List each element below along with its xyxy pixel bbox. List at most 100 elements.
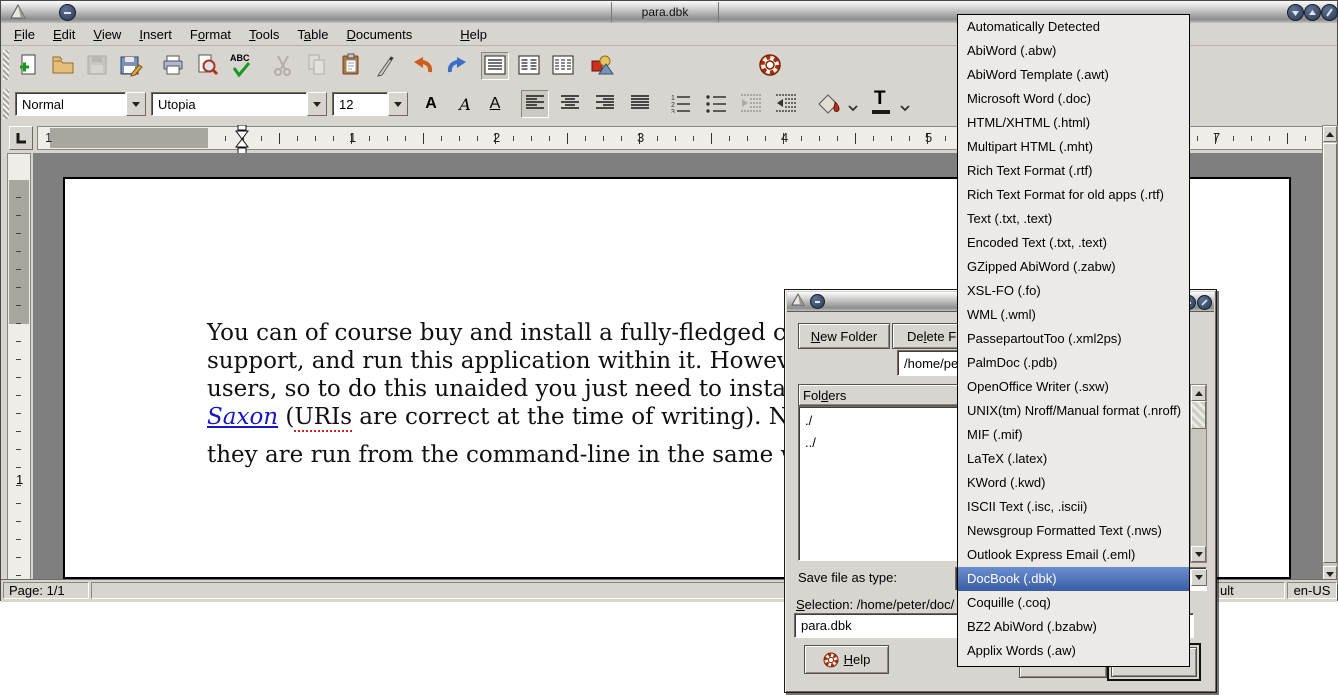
open-button[interactable] xyxy=(49,52,77,80)
toolbar-grip[interactable] xyxy=(3,50,9,80)
file-type-option[interactable]: AbiWord Template (.awt) xyxy=(958,63,1189,87)
file-type-option[interactable]: Rich Text Format for old apps (.rtf) xyxy=(958,183,1189,207)
size-dropdown-button[interactable] xyxy=(388,92,408,116)
toolbar-grip[interactable] xyxy=(3,89,9,119)
scroll-down-button[interactable] xyxy=(1191,546,1206,562)
scrollbar-thumb[interactable] xyxy=(1191,401,1206,429)
print-preview-button[interactable] xyxy=(193,52,221,80)
file-type-option[interactable]: Multipart HTML (.mht) xyxy=(958,135,1189,159)
file-type-option[interactable]: Microsoft Word (.doc) xyxy=(958,87,1189,111)
new-button[interactable] xyxy=(15,52,43,80)
file-type-option[interactable]: GZipped AbiWord (.zabw) xyxy=(958,255,1189,279)
bullet-list-button[interactable] xyxy=(702,90,730,118)
font-color-dropdown[interactable] xyxy=(899,101,911,116)
menu-insert[interactable]: Insert xyxy=(130,24,181,45)
paste-button[interactable] xyxy=(337,52,365,80)
spellcheck-button[interactable]: ABC xyxy=(227,52,255,80)
file-type-option[interactable]: AbiWord (.abw) xyxy=(958,39,1189,63)
menu-help[interactable]: Help xyxy=(451,24,496,45)
underline-button[interactable]: A xyxy=(481,90,509,118)
scroll-up-button[interactable] xyxy=(1191,385,1206,401)
file-type-option[interactable]: Coquille (.coq) xyxy=(958,591,1189,615)
shade-button[interactable] xyxy=(59,4,76,21)
view-one-column-button[interactable] xyxy=(481,52,509,80)
file-type-option[interactable]: Encoded Text (.txt, .text) xyxy=(958,231,1189,255)
help-button[interactable] xyxy=(756,52,784,80)
scroll-up-button[interactable] xyxy=(1323,126,1337,142)
file-type-option[interactable]: Newsgroup Formatted Text (.nws) xyxy=(958,519,1189,543)
folders-scrollbar[interactable] xyxy=(1190,384,1207,563)
style-dropdown-button[interactable] xyxy=(126,92,146,116)
menu-format[interactable]: Format xyxy=(181,24,240,45)
font-value[interactable]: Utopia xyxy=(151,92,307,116)
italic-button[interactable]: A xyxy=(451,90,479,118)
menu-table[interactable]: Table xyxy=(288,24,337,45)
folder-item[interactable]: ../ xyxy=(805,432,816,454)
highlight-color-button[interactable] xyxy=(811,90,845,118)
file-type-option[interactable]: MIF (.mif) xyxy=(958,423,1189,447)
insert-shapes-button[interactable] xyxy=(589,52,617,80)
file-type-option[interactable]: Text (.txt, .text) xyxy=(958,207,1189,231)
increase-indent-button[interactable] xyxy=(772,90,800,118)
align-justify-button[interactable] xyxy=(626,90,654,118)
close-button[interactable] xyxy=(1321,4,1338,21)
align-left-button[interactable] xyxy=(521,90,549,118)
new-folder-button[interactable]: New Folder xyxy=(798,323,890,349)
copy-button[interactable] xyxy=(303,52,331,80)
vertical-ruler[interactable]: 1 xyxy=(7,153,31,585)
size-value[interactable]: 12 xyxy=(332,92,388,116)
menu-tools[interactable]: Tools xyxy=(240,24,288,45)
maximize-button[interactable] xyxy=(1304,4,1321,21)
file-type-option[interactable]: ISCII Text (.isc, .iscii) xyxy=(958,495,1189,519)
hyperlink-saxon[interactable]: Saxon xyxy=(207,404,278,430)
file-type-option[interactable]: Rich Text Format (.rtf) xyxy=(958,159,1189,183)
tab-selector-button[interactable] xyxy=(9,126,33,150)
folder-item[interactable]: ./ xyxy=(805,410,812,432)
minimize-button[interactable] xyxy=(1287,4,1304,21)
bold-button[interactable]: A xyxy=(417,90,445,118)
font-dropdown-button[interactable] xyxy=(307,92,327,116)
font-color-button[interactable]: T xyxy=(867,90,895,118)
view-three-columns-button[interactable] xyxy=(549,52,577,80)
file-type-option[interactable]: PalmDoc (.pdb) xyxy=(958,351,1189,375)
file-type-option[interactable]: LaTeX (.latex) xyxy=(958,447,1189,471)
menu-edit[interactable]: Edit xyxy=(44,24,84,45)
highlight-color-dropdown[interactable] xyxy=(847,101,859,116)
dialog-close-button[interactable] xyxy=(1197,295,1212,310)
file-type-option[interactable]: Outlook Express Email (.eml) xyxy=(958,543,1189,567)
file-type-option[interactable]: Automatically Detected xyxy=(958,15,1189,39)
scrollbar-thumb[interactable] xyxy=(1323,143,1337,563)
numbered-list-button[interactable]: 123 xyxy=(667,90,695,118)
dialog-shade-button[interactable] xyxy=(810,294,825,309)
save-type-dropdown-button[interactable] xyxy=(1191,569,1207,586)
align-right-button[interactable] xyxy=(591,90,619,118)
indent-marker[interactable] xyxy=(234,125,250,155)
cut-button[interactable] xyxy=(269,52,297,80)
save-as-button[interactable] xyxy=(117,52,145,80)
redo-button[interactable] xyxy=(443,52,471,80)
file-type-option[interactable]: WML (.wml) xyxy=(958,303,1189,327)
print-button[interactable] xyxy=(159,52,187,80)
file-type-option[interactable]: XSL-FO (.fo) xyxy=(958,279,1189,303)
menu-view[interactable]: View xyxy=(84,24,130,45)
file-type-option[interactable]: BZ2 AbiWord (.bzabw) xyxy=(958,615,1189,639)
file-type-option[interactable]: KWord (.kwd) xyxy=(958,471,1189,495)
save-button[interactable] xyxy=(83,52,111,80)
file-type-option[interactable]: HTML/XHTML (.html) xyxy=(958,111,1189,135)
file-type-option[interactable]: UNIX(tm) Nroff/Manual format (.nroff) xyxy=(958,399,1189,423)
file-type-option[interactable]: PassepartoutToo (.xml2ps) xyxy=(958,327,1189,351)
menu-documents[interactable]: Documents xyxy=(338,24,422,45)
status-language[interactable]: en-US xyxy=(1287,582,1337,599)
align-center-button[interactable] xyxy=(556,90,584,118)
menu-file[interactable]: File xyxy=(5,24,44,45)
decrease-indent-button[interactable] xyxy=(737,90,765,118)
file-type-option[interactable]: OpenOffice Writer (.sxw) xyxy=(958,375,1189,399)
file-type-option-selected[interactable]: DocBook (.dbk) xyxy=(958,567,1189,591)
undo-button[interactable] xyxy=(409,52,437,80)
pen-button[interactable] xyxy=(371,52,399,80)
style-value[interactable]: Normal xyxy=(15,92,126,116)
vertical-scrollbar[interactable] xyxy=(1322,125,1338,585)
file-type-option[interactable]: Applix Words (.aw) xyxy=(958,639,1189,663)
view-two-columns-button[interactable] xyxy=(515,52,543,80)
dialog-help-button[interactable]: Help xyxy=(804,645,889,674)
